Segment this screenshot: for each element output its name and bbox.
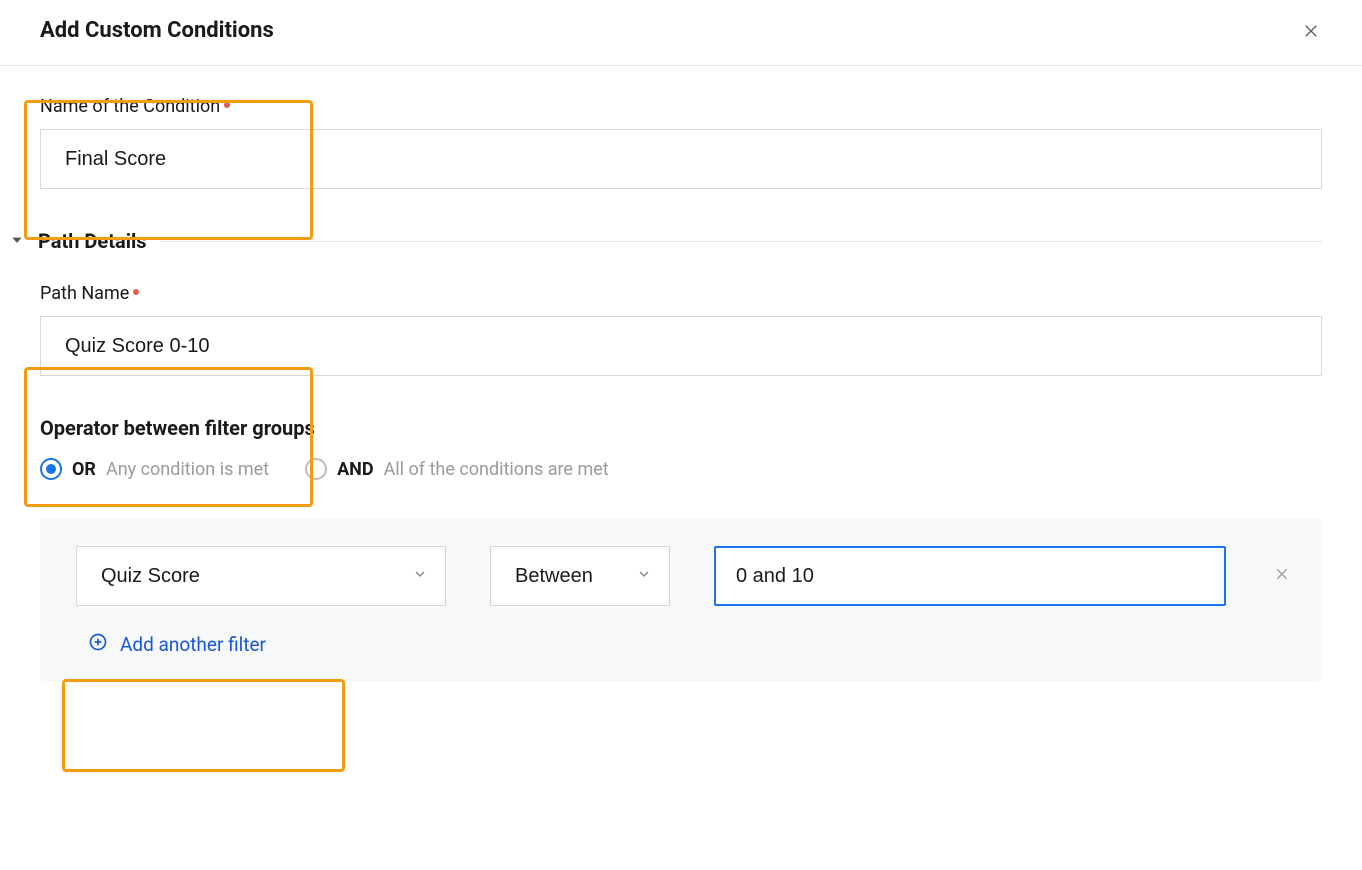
radio-and-desc: All of the conditions are met [384, 459, 609, 480]
close-icon[interactable] [1300, 20, 1322, 42]
required-dot-icon [133, 289, 139, 295]
filter-operator-select[interactable] [490, 546, 670, 606]
radio-icon [40, 458, 62, 480]
radio-or[interactable]: OR Any condition is met [40, 458, 269, 480]
highlight-box-filter-field [62, 679, 345, 772]
radio-and[interactable]: AND All of the conditions are met [305, 458, 609, 480]
condition-name-label-text: Name of the Condition [40, 96, 220, 117]
remove-filter-icon[interactable] [1270, 562, 1294, 590]
path-name-input[interactable] [40, 316, 1322, 376]
section-divider [161, 241, 1322, 242]
radio-or-desc: Any condition is met [106, 459, 269, 480]
path-name-group: Path Name [40, 283, 1322, 376]
radio-and-label: AND [337, 459, 374, 480]
operator-group-title: Operator between filter groups [40, 416, 1322, 440]
path-details-section-header: Path Details [10, 229, 1322, 253]
path-details-title: Path Details [38, 229, 147, 253]
filter-operator-select-wrap [490, 546, 670, 606]
filter-value-input[interactable] [714, 546, 1226, 606]
filter-field-select[interactable] [76, 546, 446, 606]
operator-radio-row: OR Any condition is met AND All of the c… [40, 458, 1322, 480]
filter-field-select-wrap [76, 546, 446, 606]
required-dot-icon [224, 102, 230, 108]
radio-icon [305, 458, 327, 480]
modal-title: Add Custom Conditions [40, 18, 274, 43]
add-another-filter[interactable]: Add another filter [88, 632, 1294, 657]
condition-name-input[interactable] [40, 129, 1322, 189]
condition-name-label: Name of the Condition [40, 96, 1322, 117]
filter-row [76, 546, 1294, 606]
caret-down-icon[interactable] [10, 232, 24, 251]
path-name-label-text: Path Name [40, 283, 129, 304]
radio-or-label: OR [72, 459, 96, 480]
path-name-label: Path Name [40, 283, 1322, 304]
add-another-filter-label: Add another filter [120, 633, 266, 656]
plus-circle-icon [88, 632, 108, 657]
condition-name-group: Name of the Condition [40, 96, 1322, 189]
filter-panel: Add another filter [40, 518, 1322, 681]
